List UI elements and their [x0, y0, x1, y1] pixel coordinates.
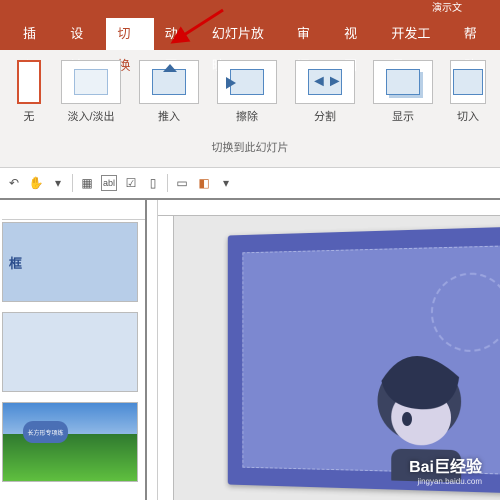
transition-fade[interactable]: 淡入/淡出: [58, 60, 124, 124]
slide-thumbnails-panel: 框 长方形专项练: [0, 200, 158, 500]
panel-ruler: [2, 202, 147, 220]
ribbon-group-caption: 切换到此幻灯片: [0, 139, 500, 159]
transitions-gallery: 无 淡入/淡出 推入 擦除 ◄► 分割 显示: [4, 56, 496, 124]
watermark-url: jingyan.baidu.com: [409, 477, 482, 486]
tool-slide-icon[interactable]: ▭: [174, 175, 190, 191]
separator: [167, 174, 168, 192]
transition-wipe[interactable]: 擦除: [214, 60, 280, 124]
ribbon-transitions: 无 淡入/淡出 推入 擦除 ◄► 分割 显示: [0, 50, 500, 168]
tool-more-icon[interactable]: ▾: [218, 175, 234, 191]
slide-thumbnail-1[interactable]: 框: [2, 222, 138, 302]
doc-title: 演示文: [432, 3, 462, 14]
transition-reveal[interactable]: 显示: [370, 60, 436, 124]
menu-insert[interactable]: 插入: [12, 18, 59, 50]
horizontal-ruler: [158, 200, 500, 216]
panel-divider[interactable]: [145, 200, 157, 500]
title-bar: 演示文: [0, 0, 500, 18]
transition-push[interactable]: 推入: [136, 60, 202, 124]
tool-hand-icon[interactable]: ✋: [28, 175, 44, 191]
tool-dropdown-icon[interactable]: ▾: [50, 175, 66, 191]
menu-bar: 插入 设计 切换 动画 幻灯片放映 审阅 视图 开发工具 帮助: [0, 18, 500, 50]
transition-none[interactable]: 无: [12, 60, 46, 124]
slide-thumbnail-2[interactable]: [2, 312, 138, 392]
tool-textbox-icon[interactable]: abl: [101, 175, 117, 191]
slide-thumbnail-3[interactable]: 长方形专项练: [2, 402, 138, 482]
vertical-ruler: [158, 216, 174, 500]
slide-content-placeholder[interactable]: 《[: [242, 243, 500, 476]
watermark-brand: Bai巨经验: [409, 453, 482, 477]
annotation-arrow: [165, 8, 225, 48]
tool-shapes-icon[interactable]: ◧: [196, 175, 212, 191]
quick-toolbar: ↶ ✋ ▾ ▦ abl ☑ ▯ ▭ ◧ ▾: [0, 168, 500, 200]
menu-view[interactable]: 视图: [333, 18, 380, 50]
menu-transitions[interactable]: 切换: [106, 18, 153, 50]
menu-developer[interactable]: 开发工具: [380, 18, 452, 50]
menu-design[interactable]: 设计: [59, 18, 106, 50]
separator: [72, 174, 73, 192]
tool-undo-icon[interactable]: ↶: [6, 175, 22, 191]
menu-help[interactable]: 帮助: [453, 18, 500, 50]
tool-table-icon[interactable]: ▦: [79, 175, 95, 191]
tool-checkbox-icon[interactable]: ☑: [123, 175, 139, 191]
transition-split[interactable]: ◄► 分割: [292, 60, 358, 124]
menu-review[interactable]: 审阅: [286, 18, 333, 50]
tool-layout-icon[interactable]: ▯: [145, 175, 161, 191]
watermark: Bai巨经验 jingyan.baidu.com: [409, 453, 482, 486]
transition-cut[interactable]: 切入: [448, 60, 488, 124]
